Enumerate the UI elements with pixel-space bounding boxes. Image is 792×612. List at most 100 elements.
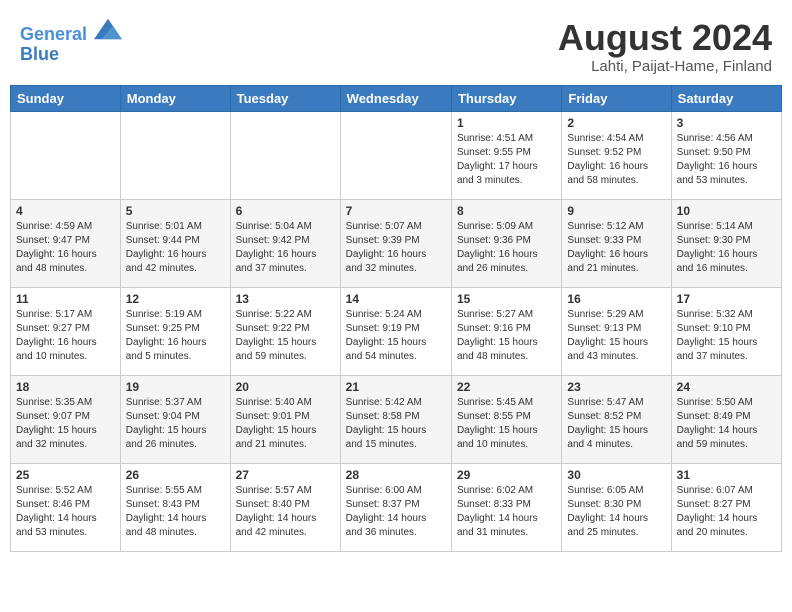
day-number: 28 (346, 468, 446, 482)
calendar-cell: 8 Sunrise: 5:09 AM Sunset: 9:36 PM Daylig… (451, 199, 561, 287)
day-info: Sunrise: 5:55 AM Sunset: 8:43 PM Dayligh… (126, 484, 225, 540)
calendar-cell: 10 Sunrise: 5:14 AM Sunset: 9:30 PM Dayli… (671, 199, 781, 287)
calendar-cell: 27 Sunrise: 5:57 AM Sunset: 8:40 PM Dayli… (230, 463, 340, 551)
calendar-table: SundayMondayTuesdayWednesdayThursdayFrid… (10, 85, 782, 552)
calendar-cell (11, 111, 121, 199)
day-info: Sunrise: 5:09 AM Sunset: 9:36 PM Dayligh… (457, 220, 556, 276)
weekday-header-monday: Monday (120, 85, 230, 111)
calendar-body: 1 Sunrise: 4:51 AM Sunset: 9:55 PM Daylig… (11, 111, 782, 551)
day-number: 18 (16, 380, 115, 394)
day-number: 19 (126, 380, 225, 394)
calendar-cell: 12Sunrise: 5:19 AM Sunset: 9:25 PM Dayli… (120, 287, 230, 375)
week-row-4: 18 Sunrise: 5:35 AM Sunset: 9:07 PM Dayli… (11, 375, 782, 463)
day-info: Sunrise: 5:35 AM Sunset: 9:07 PM Dayligh… (16, 396, 115, 452)
day-number: 20 (236, 380, 335, 394)
calendar-cell: 3 Sunrise: 4:56 AM Sunset: 9:50 PM Daylig… (671, 111, 781, 199)
calendar-cell (230, 111, 340, 199)
calendar-cell: 21Sunrise: 5:42 AM Sunset: 8:58 PM Dayli… (340, 375, 451, 463)
page-header: General Blue August 2024 Lahti, Paijat-H… (10, 10, 782, 79)
logo-general: General (20, 24, 87, 44)
calendar-cell: 18 Sunrise: 5:35 AM Sunset: 9:07 PM Dayli… (11, 375, 121, 463)
week-row-1: 1 Sunrise: 4:51 AM Sunset: 9:55 PM Daylig… (11, 111, 782, 199)
day-number: 29 (457, 468, 556, 482)
logo-icon (94, 18, 122, 40)
day-info: Sunrise: 5:32 AM Sunset: 9:10 PM Dayligh… (677, 308, 776, 364)
day-number: 22 (457, 380, 556, 394)
calendar-cell: 14Sunrise: 5:24 AM Sunset: 9:19 PM Dayli… (340, 287, 451, 375)
day-number: 27 (236, 468, 335, 482)
calendar-cell: 2 Sunrise: 4:54 AM Sunset: 9:52 PM Daylig… (562, 111, 671, 199)
day-info: Sunrise: 6:07 AM Sunset: 8:27 PM Dayligh… (677, 484, 776, 540)
day-number: 31 (677, 468, 776, 482)
calendar-cell: 31 Sunrise: 6:07 AM Sunset: 8:27 PM Dayli… (671, 463, 781, 551)
weekday-header-tuesday: Tuesday (230, 85, 340, 111)
week-row-5: 25Sunrise: 5:52 AM Sunset: 8:46 PM Dayli… (11, 463, 782, 551)
day-number: 13 (236, 292, 335, 306)
calendar-cell: 16Sunrise: 5:29 AM Sunset: 9:13 PM Dayli… (562, 287, 671, 375)
day-info: Sunrise: 5:47 AM Sunset: 8:52 PM Dayligh… (567, 396, 665, 452)
calendar-cell: 19 Sunrise: 5:37 AM Sunset: 9:04 PM Dayli… (120, 375, 230, 463)
day-number: 24 (677, 380, 776, 394)
day-number: 14 (346, 292, 446, 306)
day-number: 8 (457, 204, 556, 218)
day-number: 11 (16, 292, 115, 306)
day-info: Sunrise: 5:42 AM Sunset: 8:58 PM Dayligh… (346, 396, 446, 452)
day-number: 12 (126, 292, 225, 306)
day-info: Sunrise: 5:27 AM Sunset: 9:16 PM Dayligh… (457, 308, 556, 364)
day-info: Sunrise: 5:12 AM Sunset: 9:33 PM Dayligh… (567, 220, 665, 276)
calendar-cell: 11 Sunrise: 5:17 AM Sunset: 9:27 PM Dayli… (11, 287, 121, 375)
day-number: 10 (677, 204, 776, 218)
day-info: Sunrise: 5:14 AM Sunset: 9:30 PM Dayligh… (677, 220, 776, 276)
day-number: 23 (567, 380, 665, 394)
calendar-cell: 20Sunrise: 5:40 AM Sunset: 9:01 PM Dayli… (230, 375, 340, 463)
day-number: 5 (126, 204, 225, 218)
day-number: 2 (567, 116, 665, 130)
day-number: 7 (346, 204, 446, 218)
calendar-cell: 24Sunrise: 5:50 AM Sunset: 8:49 PM Dayli… (671, 375, 781, 463)
day-number: 9 (567, 204, 665, 218)
calendar-cell (340, 111, 451, 199)
calendar-cell: 23 Sunrise: 5:47 AM Sunset: 8:52 PM Dayli… (562, 375, 671, 463)
day-number: 16 (567, 292, 665, 306)
weekday-header-wednesday: Wednesday (340, 85, 451, 111)
day-info: Sunrise: 5:17 AM Sunset: 9:27 PM Dayligh… (16, 308, 115, 364)
day-info: Sunrise: 5:45 AM Sunset: 8:55 PM Dayligh… (457, 396, 556, 452)
calendar-cell: 30 Sunrise: 6:05 AM Sunset: 8:30 PM Dayli… (562, 463, 671, 551)
weekday-header-row: SundayMondayTuesdayWednesdayThursdayFrid… (11, 85, 782, 111)
day-number: 17 (677, 292, 776, 306)
day-info: Sunrise: 6:00 AM Sunset: 8:37 PM Dayligh… (346, 484, 446, 540)
weekday-header-sunday: Sunday (11, 85, 121, 111)
calendar-cell: 6 Sunrise: 5:04 AM Sunset: 9:42 PM Daylig… (230, 199, 340, 287)
day-info: Sunrise: 4:51 AM Sunset: 9:55 PM Dayligh… (457, 132, 556, 188)
calendar-cell: 7Sunrise: 5:07 AM Sunset: 9:39 PM Daylig… (340, 199, 451, 287)
logo-text: General (20, 18, 122, 45)
day-info: Sunrise: 5:57 AM Sunset: 8:40 PM Dayligh… (236, 484, 335, 540)
calendar-cell: 5Sunrise: 5:01 AM Sunset: 9:44 PM Daylig… (120, 199, 230, 287)
day-info: Sunrise: 5:04 AM Sunset: 9:42 PM Dayligh… (236, 220, 335, 276)
weekday-header-saturday: Saturday (671, 85, 781, 111)
title-block: August 2024 Lahti, Paijat-Hame, Finland (558, 18, 772, 75)
day-info: Sunrise: 4:59 AM Sunset: 9:47 PM Dayligh… (16, 220, 115, 276)
calendar-cell: 9 Sunrise: 5:12 AM Sunset: 9:33 PM Daylig… (562, 199, 671, 287)
logo: General Blue (20, 18, 122, 65)
weekday-header-thursday: Thursday (451, 85, 561, 111)
day-number: 6 (236, 204, 335, 218)
calendar-cell: 4Sunrise: 4:59 AM Sunset: 9:47 PM Daylig… (11, 199, 121, 287)
day-info: Sunrise: 6:02 AM Sunset: 8:33 PM Dayligh… (457, 484, 556, 540)
day-number: 1 (457, 116, 556, 130)
day-info: Sunrise: 4:54 AM Sunset: 9:52 PM Dayligh… (567, 132, 665, 188)
location: Lahti, Paijat-Hame, Finland (558, 58, 772, 75)
calendar-cell: 28 Sunrise: 6:00 AM Sunset: 8:37 PM Dayli… (340, 463, 451, 551)
day-number: 3 (677, 116, 776, 130)
calendar-cell (120, 111, 230, 199)
day-number: 25 (16, 468, 115, 482)
calendar-cell: 15Sunrise: 5:27 AM Sunset: 9:16 PM Dayli… (451, 287, 561, 375)
week-row-3: 11 Sunrise: 5:17 AM Sunset: 9:27 PM Dayli… (11, 287, 782, 375)
day-info: Sunrise: 5:37 AM Sunset: 9:04 PM Dayligh… (126, 396, 225, 452)
day-info: Sunrise: 6:05 AM Sunset: 8:30 PM Dayligh… (567, 484, 665, 540)
weekday-header-friday: Friday (562, 85, 671, 111)
calendar-cell: 22 Sunrise: 5:45 AM Sunset: 8:55 PM Dayli… (451, 375, 561, 463)
calendar-header: SundayMondayTuesdayWednesdayThursdayFrid… (11, 85, 782, 111)
day-number: 30 (567, 468, 665, 482)
day-info: Sunrise: 4:56 AM Sunset: 9:50 PM Dayligh… (677, 132, 776, 188)
